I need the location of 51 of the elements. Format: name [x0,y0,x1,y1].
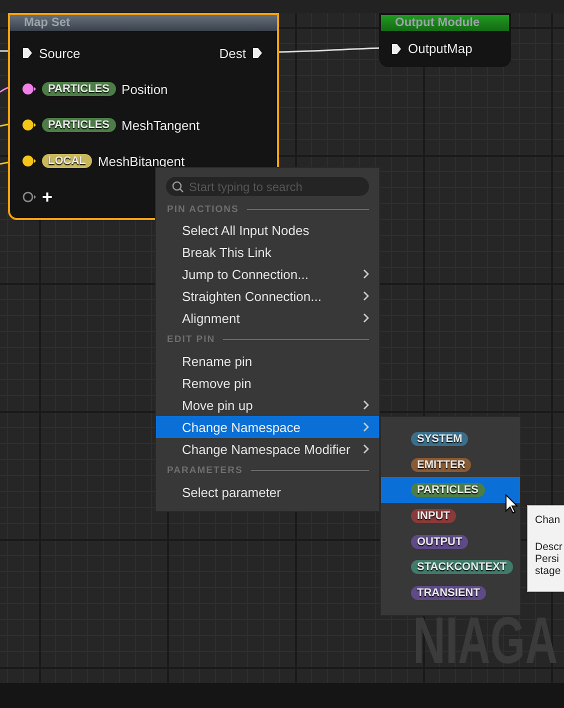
add-pin-button[interactable]: + [42,188,53,206]
menu-item[interactable]: Break This Link [156,242,379,264]
menu-item[interactable]: Move pin up [156,394,379,416]
exec-pin-icon[interactable] [252,47,263,59]
menu-item[interactable]: Remove pin [156,372,379,395]
namespace-tag: OUTPUT [411,534,468,549]
node-title: Map Set [10,15,277,31]
namespace-tag: LOCAL [42,154,92,168]
pin-icon[interactable] [22,191,36,203]
exec-pin-icon[interactable] [391,42,402,54]
submenu-item[interactable]: PARTICLES [381,477,520,504]
tooltip-title: Chan [535,514,560,526]
pin-label: MeshTangent [122,118,200,132]
submenu-item[interactable]: OUTPUT [381,528,520,555]
menu-item[interactable]: Change Namespace [156,416,379,438]
submenu-item[interactable]: INPUT [381,503,520,529]
node-title: Output Module [381,15,509,31]
tooltip-text: Descr [535,541,562,553]
menu-item[interactable]: Rename pin [156,350,379,373]
menu-item[interactable]: Jump to Connection... [156,264,379,286]
namespace-tag: PARTICLES [411,483,485,498]
namespace-tag: STACKCONTEXT [411,560,513,574]
pin-icon[interactable] [22,155,36,167]
pin-label: Source [39,46,80,60]
namespace-tag: EMITTER [411,458,472,472]
submenu-item[interactable]: STACKCONTEXT [381,554,520,580]
pin-label: Position [122,82,168,96]
menu-item[interactable]: Select parameter [156,482,379,504]
exec-pin-icon[interactable] [22,47,33,59]
search-icon [172,180,184,192]
pin-label: OutputMap [408,41,472,56]
pin-icon[interactable] [22,83,36,95]
submenu-item[interactable]: EMITTER [381,452,520,478]
submenu-item[interactable]: SYSTEM [381,426,520,452]
menu-item[interactable]: Alignment [156,307,379,329]
menu-item[interactable]: Select All Input Nodes [156,220,379,242]
cursor-icon [505,494,518,514]
namespace-tag: INPUT [411,509,456,524]
pin-icon[interactable] [22,119,36,131]
tooltip-text: Persi [535,553,559,565]
namespace-tag: PARTICLES [42,82,116,96]
output-module-node[interactable]: Output Module OutputMap [379,13,511,67]
tooltip-text: stage [535,565,561,577]
namespace-tag: TRANSIENT [411,586,486,600]
namespace-tag: SYSTEM [411,432,468,446]
menu-item[interactable]: Straighten Connection... [156,285,379,308]
pin-label: Dest [219,46,246,60]
pin-label: MeshBitangent [98,154,185,168]
submenu-item[interactable]: TRANSIENT [381,580,520,606]
namespace-tag: PARTICLES [42,118,116,132]
menu-item[interactable]: Change Namespace Modifier [156,438,379,460]
